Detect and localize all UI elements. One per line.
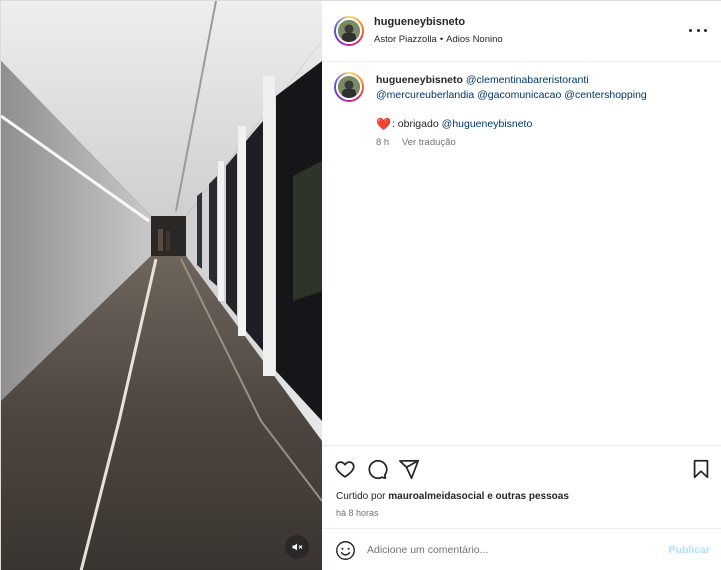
- caption-age: 8 h: [376, 137, 390, 148]
- others-link[interactable]: e outras pessoas: [487, 491, 569, 502]
- comment-icon[interactable]: [366, 458, 388, 480]
- send-icon[interactable]: [398, 458, 420, 480]
- post-details-panel: hugueneybisneto Astor Piazzolla • Adios No…: [322, 1, 721, 570]
- mention-link[interactable]: @hugueneybisneto: [442, 118, 533, 130]
- post-dialog: hugueneybisneto Astor Piazzolla • Adios No…: [0, 0, 721, 570]
- post-actions: Curtido por mauroalmeidasocial e outras …: [322, 445, 721, 525]
- comment-input[interactable]: [367, 540, 637, 560]
- caption-text: hugueneybisneto @clementinabareristorant…: [376, 73, 696, 103]
- caption-username[interactable]: hugueneybisneto: [376, 74, 463, 86]
- mute-button[interactable]: [285, 535, 309, 559]
- caption-meta: 8 h Ver tradução: [376, 137, 466, 148]
- muted-speaker-icon: [292, 543, 303, 551]
- mention-link[interactable]: @centershopping: [564, 89, 646, 101]
- more-horizontal-icon-dot: [696, 28, 700, 32]
- audio-track[interactable]: Adios Nonino: [446, 34, 503, 45]
- post-video[interactable]: [1, 1, 322, 570]
- mention-link[interactable]: @mercureuberlandia: [376, 89, 474, 101]
- red-heart-emoji: ❤️: [376, 117, 391, 131]
- more-horizontal-icon: [689, 28, 692, 32]
- heart-icon[interactable]: [334, 458, 356, 480]
- avatar-image: [336, 18, 362, 44]
- caption-avatar[interactable]: [334, 72, 364, 102]
- liker-username[interactable]: mauroalmeidasocial: [388, 491, 484, 502]
- post-timestamp[interactable]: há 8 horas: [336, 508, 379, 518]
- avatar-image: [336, 74, 362, 100]
- likes-prefix: Curtido por: [336, 491, 386, 502]
- comment-bar: Publicar: [322, 528, 721, 570]
- see-translation-link[interactable]: Ver tradução: [402, 137, 456, 148]
- audio-separator: •: [439, 34, 444, 45]
- avatar[interactable]: [334, 16, 364, 46]
- bookmark-icon[interactable]: [690, 458, 712, 480]
- mention-link[interactable]: @clementinabareristoranti: [466, 74, 589, 86]
- audio-artist[interactable]: Astor Piazzolla: [374, 34, 437, 45]
- corridor-video-frame: [1, 1, 322, 570]
- post-header: hugueneybisneto Astor Piazzolla • Adios No…: [322, 1, 721, 62]
- emoji-icon[interactable]: [335, 540, 356, 561]
- more-horizontal-icon-dot: [704, 28, 707, 32]
- caption-reply: ❤️ : obrigado @hugueneybisneto: [376, 117, 532, 131]
- reply-text: : obrigado: [391, 118, 439, 130]
- mention-link[interactable]: @gacomunicacao: [477, 89, 561, 101]
- likes-summary: Curtido por mauroalmeidasocial e outras …: [336, 491, 569, 502]
- publish-button[interactable]: Publicar: [669, 544, 710, 556]
- post-author-username[interactable]: hugueneybisneto: [374, 16, 465, 28]
- audio-attribution[interactable]: Astor Piazzolla • Adios Nonino: [374, 34, 503, 45]
- more-options-button[interactable]: [689, 23, 707, 37]
